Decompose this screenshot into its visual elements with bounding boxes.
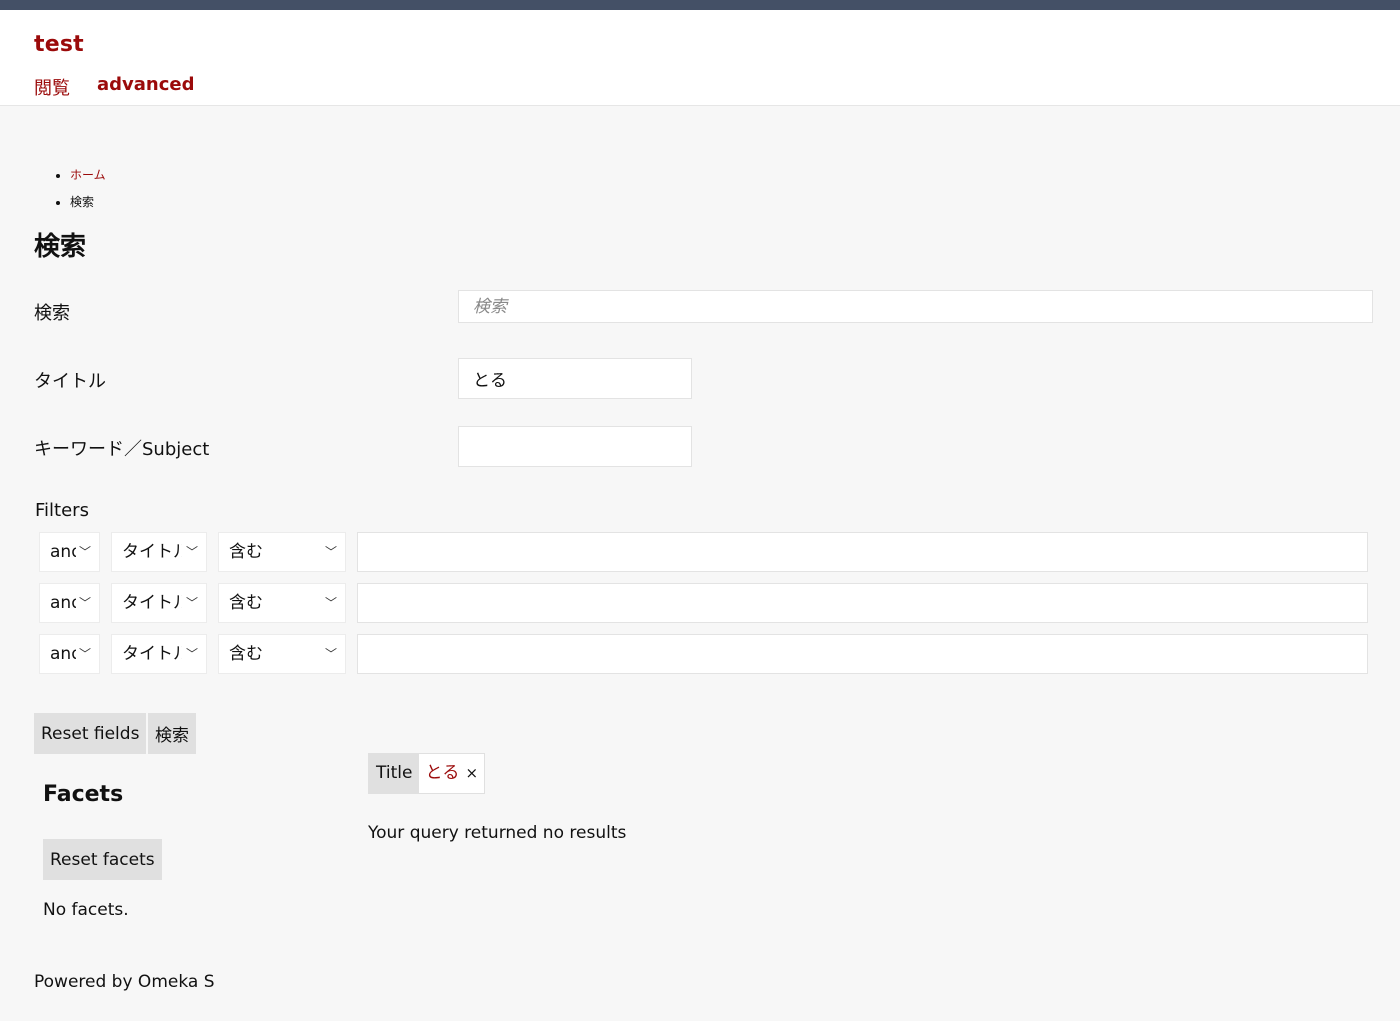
active-filter-label: Title bbox=[369, 754, 420, 793]
search-label: 検索 bbox=[34, 303, 70, 324]
active-filter-chip: Title とる × bbox=[368, 753, 486, 794]
no-facets-text: No facets. bbox=[43, 900, 129, 920]
chevron-down-icon: ﹀ bbox=[78, 647, 91, 661]
page-title: 検索 bbox=[34, 232, 87, 262]
breadcrumb: ホーム 検索 bbox=[38, 162, 106, 216]
filter-type-select[interactable]: 含む ﹀ bbox=[218, 583, 346, 623]
footer-text: Powered by Omeka S bbox=[34, 972, 215, 992]
active-filter-value: とる bbox=[425, 763, 460, 783]
filter-field-select[interactable]: タイトル﹀ bbox=[111, 634, 207, 674]
chevron-down-icon: ﹀ bbox=[324, 545, 337, 559]
active-filter-value-link[interactable]: とる × bbox=[419, 754, 485, 793]
close-icon[interactable]: × bbox=[465, 754, 478, 793]
chevron-down-icon: ﹀ bbox=[185, 596, 198, 610]
title-label: タイトル bbox=[34, 371, 106, 392]
breadcrumb-current: 検索 bbox=[70, 195, 95, 209]
reset-fields-button[interactable]: Reset fields bbox=[34, 713, 147, 754]
chevron-down-icon: ﹀ bbox=[78, 596, 91, 610]
nav-item-browse[interactable]: 閲覧 bbox=[34, 74, 70, 100]
search-input[interactable] bbox=[458, 290, 1373, 323]
keyword-subject-label: キーワード／Subject bbox=[34, 439, 210, 460]
chevron-down-icon: ﹀ bbox=[324, 596, 337, 610]
filter-type-select[interactable]: 含む ﹀ bbox=[218, 634, 346, 674]
title-input[interactable] bbox=[458, 358, 692, 399]
nav-item-advanced[interactable]: advanced bbox=[97, 74, 195, 100]
chevron-down-icon: ﹀ bbox=[324, 647, 337, 661]
site-header: test 閲覧 advanced bbox=[0, 10, 1400, 106]
filter-join-select[interactable]: and﹀ bbox=[39, 634, 100, 674]
filter-value-input[interactable] bbox=[357, 634, 1368, 674]
main-navigation: 閲覧 advanced bbox=[34, 74, 195, 100]
filter-field-select[interactable]: タイトル﹀ bbox=[111, 532, 207, 572]
filter-value-input[interactable] bbox=[357, 532, 1368, 572]
search-submit-button[interactable]: 検索 bbox=[148, 713, 196, 754]
chevron-down-icon: ﹀ bbox=[185, 545, 198, 559]
facets-title: Facets bbox=[43, 782, 124, 807]
filter-row: and﹀ タイトル﹀ 含む﹀ bbox=[39, 583, 1368, 623]
breadcrumb-item: 検索 bbox=[70, 189, 106, 216]
site-title-link[interactable]: test bbox=[34, 32, 84, 57]
filter-row: and﹀ タイトル﹀ 含む﹀ bbox=[39, 634, 1368, 674]
filter-join-select[interactable]: and﹀ bbox=[39, 583, 100, 623]
top-bar bbox=[0, 0, 1400, 10]
filter-value-input[interactable] bbox=[357, 583, 1368, 623]
chevron-down-icon: ﹀ bbox=[78, 545, 91, 559]
filter-join-select[interactable]: and﹀ bbox=[39, 532, 100, 572]
filter-type-select[interactable]: 含む ﹀ bbox=[218, 532, 346, 572]
keyword-subject-input[interactable] bbox=[458, 426, 692, 467]
reset-facets-button[interactable]: Reset facets bbox=[43, 839, 162, 880]
filter-field-select[interactable]: タイトル﹀ bbox=[111, 583, 207, 623]
no-results-text: Your query returned no results bbox=[368, 823, 627, 843]
filters-label: Filters bbox=[35, 500, 89, 521]
breadcrumb-home-link[interactable]: ホーム bbox=[70, 168, 106, 182]
filter-row: and﹀ タイトル﹀ 含む﹀ bbox=[39, 532, 1368, 572]
breadcrumb-item: ホーム bbox=[70, 162, 106, 189]
chevron-down-icon: ﹀ bbox=[185, 647, 198, 661]
